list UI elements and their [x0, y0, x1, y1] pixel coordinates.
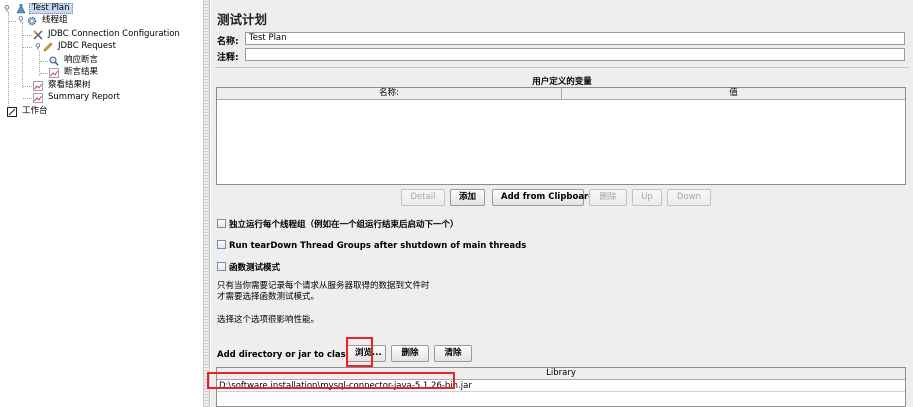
tree-connector — [8, 12, 9, 112]
tree-item-label: JDBC Request — [58, 41, 116, 51]
tree-item-label: 线程组 — [42, 15, 68, 25]
classpath-delete-button[interactable]: 删除 — [391, 345, 429, 362]
tree-item-jdbc-request[interactable]: JDBC Request — [43, 41, 118, 52]
tree-connector — [23, 98, 32, 99]
name-label: 名称: — [217, 37, 239, 47]
tree-item-label: 察看结果树 — [48, 80, 91, 90]
tree-item-test-plan[interactable]: Test Plan — [16, 3, 73, 14]
tree-item-label: Test Plan — [29, 3, 73, 14]
test-plan-tree[interactable]: ⚲ ⚲ ⚲ Test Plan 线程组 JDBC Connection Conf… — [0, 0, 204, 407]
wrench-icon — [33, 30, 43, 40]
column-header-value[interactable]: 值 — [562, 88, 905, 100]
user-vars-table[interactable]: 名称: 值 — [216, 87, 906, 185]
flask-icon — [16, 3, 26, 14]
functional-mode-label: 函数测试模式 — [229, 263, 281, 273]
column-header-library[interactable]: Library — [217, 368, 905, 380]
performance-warning: 选择这个选项很影响性能。 — [217, 315, 320, 325]
tree-item-response-assertion[interactable]: 响应断言 — [49, 55, 100, 66]
tree-item-workbench[interactable]: 工作台 — [7, 106, 50, 117]
tree-item-label: 响应断言 — [64, 55, 99, 65]
classpath-table[interactable]: Library D:\software installation\mysql-c… — [216, 367, 906, 407]
add-from-clipboard-button[interactable]: Add from Clipboard — [492, 189, 594, 206]
up-button[interactable]: Up — [632, 189, 662, 206]
tree-item-label: Summary Report — [48, 92, 120, 102]
magnifier-icon — [49, 56, 59, 66]
teardown-label: Run tearDown Thread Groups after shutdow… — [229, 241, 527, 251]
tree-connector — [40, 61, 48, 62]
chart-icon — [33, 81, 43, 91]
test-plan-panel: 测试计划 名称: Test Plan 注释: 用户定义的变量 名称: 值 Det… — [207, 0, 913, 407]
tree-collapse-toggle[interactable]: ⚲ — [18, 16, 26, 25]
tree-item-summary-report[interactable]: Summary Report — [33, 92, 122, 103]
tree-item-assertion-results[interactable]: 断言结果 — [49, 67, 100, 78]
serialize-checkbox[interactable] — [217, 219, 226, 228]
table-row[interactable]: D:\software installation\mysql-connector… — [217, 381, 905, 392]
classpath-clear-button[interactable]: 清除 — [434, 345, 472, 362]
workbench-icon — [7, 107, 17, 117]
serialize-thread-groups-option[interactable]: 独立运行每个线程组（例如在一个组运行结束后启动下一个） — [217, 219, 459, 231]
tree-collapse-toggle[interactable]: ⚲ — [35, 43, 43, 52]
tree-item-jdbc-connection-config[interactable]: JDBC Connection Configuration — [33, 29, 182, 40]
functional-mode-checkbox[interactable] — [217, 262, 226, 271]
separator — [215, 67, 909, 68]
user-vars-title: 用户定义的变量 — [532, 77, 592, 87]
comment-input[interactable] — [245, 48, 905, 61]
functional-mode-info: 只有当你需要记录每个请求从服务器取得的数据到文件时 — [217, 281, 430, 291]
tree-connector — [23, 35, 32, 36]
chart-icon — [33, 93, 43, 103]
functional-mode-option[interactable]: 函数测试模式 — [217, 262, 280, 274]
gear-icon — [27, 16, 37, 26]
functional-mode-info: 才需要选择函数测试模式。 — [217, 292, 320, 302]
tree-connector — [23, 86, 32, 87]
detail-button[interactable]: Detail — [401, 189, 445, 206]
tree-item-label: 断言结果 — [64, 67, 99, 77]
tree-collapse-toggle[interactable]: ⚲ — [4, 5, 12, 14]
chart-icon — [49, 68, 59, 78]
teardown-checkbox[interactable] — [217, 240, 226, 249]
column-header-name[interactable]: 名称: — [217, 88, 562, 100]
tree-item-thread-group[interactable]: 线程组 — [27, 15, 70, 26]
serialize-label: 独立运行每个线程组（例如在一个组运行结束后启动下一个） — [229, 220, 459, 230]
down-button[interactable]: Down — [667, 189, 711, 206]
name-input[interactable]: Test Plan — [245, 32, 905, 45]
tree-connector — [40, 73, 48, 74]
tree-item-label: JDBC Connection Configuration — [48, 29, 180, 39]
pencil-icon — [43, 42, 53, 52]
browse-button[interactable]: 浏览... — [346, 345, 386, 362]
tree-connector — [22, 22, 23, 88]
split-pane-divider[interactable] — [204, 0, 210, 407]
comment-label: 注释: — [217, 53, 239, 63]
tree-item-label: 工作台 — [22, 106, 48, 116]
tree-connector — [9, 21, 16, 22]
delete-button[interactable]: 删除 — [589, 189, 627, 206]
add-button[interactable]: 添加 — [450, 189, 485, 206]
tree-connector — [23, 47, 32, 48]
teardown-option[interactable]: Run tearDown Thread Groups after shutdow… — [217, 240, 526, 252]
tree-item-view-results-tree[interactable]: 察看结果树 — [33, 80, 93, 91]
page-title: 测试计划 — [217, 12, 268, 27]
